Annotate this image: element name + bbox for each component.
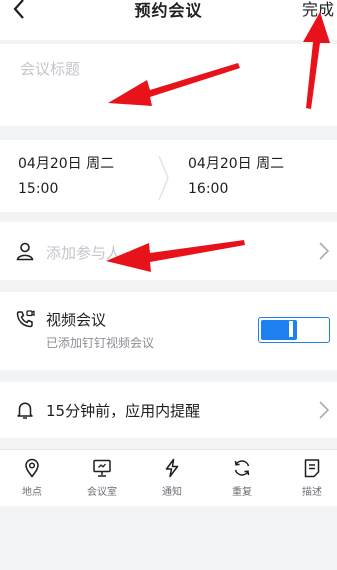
repeat-button[interactable]: 重复: [217, 458, 267, 498]
start-date: 04月20日 周二: [18, 156, 115, 172]
video-meeting-title: 视频会议: [46, 311, 107, 329]
reminder-text: 15分钟前，应用内提醒: [46, 402, 201, 420]
video-meeting-subtitle: 已添加钉钉视频会议: [46, 336, 155, 350]
end-time: 16:00: [188, 181, 229, 197]
end-date: 04月20日 周二: [188, 156, 285, 172]
meeting-room-button[interactable]: 会议室: [77, 458, 127, 498]
participants-placeholder: 添加参与人: [46, 244, 122, 262]
location-label: 地点: [22, 487, 42, 498]
start-time: 15:00: [18, 181, 59, 197]
location-button[interactable]: 地点: [7, 458, 57, 498]
time-divider-chevron-icon: [158, 156, 169, 200]
meeting-title-input[interactable]: 会议标题: [20, 58, 80, 79]
repeat-icon: [234, 460, 250, 476]
video-call-icon: [16, 310, 35, 328]
description-label: 描述: [302, 487, 322, 498]
chevron-right-icon: [319, 242, 329, 260]
page-title: 预约会议: [134, 1, 203, 20]
end-time-picker[interactable]: 04月20日 周二 16:00: [188, 152, 284, 202]
location-pin-icon: [25, 458, 39, 478]
time-section: 04月20日 周二 15:00 04月20日 周二 16:00: [0, 140, 337, 212]
toggle-notch: [289, 321, 293, 337]
chevron-right-icon: [319, 401, 329, 419]
person-icon: [16, 242, 34, 261]
monitor-icon: [93, 459, 111, 477]
meeting-room-label: 会议室: [87, 487, 117, 498]
done-button[interactable]: 完成: [302, 0, 334, 20]
lightning-icon: [165, 458, 179, 478]
video-meeting-toggle[interactable]: [258, 317, 330, 343]
bell-icon: [17, 402, 33, 419]
start-time-picker[interactable]: 04月20日 周二 15:00: [18, 152, 114, 202]
bottom-toolbar: 地点 会议室 通知 重复 描述: [0, 449, 337, 506]
repeat-label: 重复: [232, 487, 252, 498]
description-button[interactable]: 描述: [287, 458, 337, 498]
title-section: 会议标题: [0, 44, 337, 126]
notify-label: 通知: [162, 487, 182, 498]
notify-button[interactable]: 通知: [147, 458, 197, 498]
reminder-row[interactable]: 15分钟前，应用内提醒: [0, 382, 337, 438]
document-icon: [304, 459, 320, 478]
header-bar: 预约会议 完成: [0, 0, 337, 40]
participants-row[interactable]: 添加参与人: [0, 222, 337, 280]
